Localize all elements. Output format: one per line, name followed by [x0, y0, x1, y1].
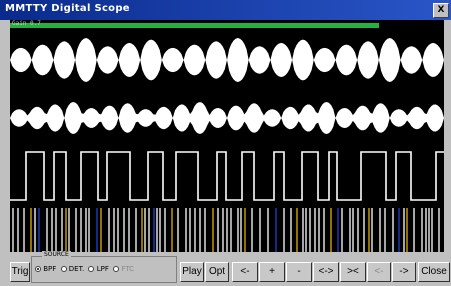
source-option-label: DET. — [68, 265, 85, 273]
scope-traces — [10, 38, 444, 252]
source-option-label: LPF — [96, 265, 109, 273]
source-option-label: FTC — [121, 265, 135, 273]
scope-display — [10, 30, 444, 252]
shrink-button[interactable]: >< — [340, 262, 366, 282]
radio-icon — [113, 266, 120, 272]
opt-button[interactable]: Opt — [205, 262, 229, 282]
source-option-ftc: FTC — [113, 265, 134, 273]
bpf-trace — [10, 38, 444, 82]
gain-label: Gain 0.7 — [12, 20, 41, 27]
close-window-button[interactable]: X — [433, 3, 449, 18]
source-option-lpf[interactable]: LPF — [88, 265, 109, 273]
close-button[interactable]: Close — [418, 262, 450, 282]
gain-level-fill — [10, 23, 379, 28]
radio-icon — [88, 266, 95, 272]
source-option-det[interactable]: DET. — [60, 265, 85, 273]
window-title: MMTTY Digital Scope — [5, 3, 130, 14]
trig-button[interactable]: Trig — [10, 262, 30, 282]
zoom-out-button[interactable]: - — [286, 262, 312, 282]
source-options: BPF DET. LPF FTC — [35, 265, 136, 273]
radio-selected-icon — [35, 266, 41, 272]
radio-icon — [60, 266, 67, 272]
source-option-label: BPF — [43, 265, 57, 273]
scroll-left-button[interactable]: <- — [232, 262, 258, 282]
next-button[interactable]: -> — [392, 262, 416, 282]
source-legend: SOURCE — [42, 251, 71, 258]
control-bar: Trig SOURCE BPF DET. LPF FTC Play Opt <-… — [0, 251, 451, 286]
play-button[interactable]: Play — [180, 262, 204, 282]
scope-window: MMTTY Digital Scope X Gain 0.7 Trig SOUR… — [0, 0, 451, 286]
prev-button[interactable]: <- — [367, 262, 391, 282]
gain-meter: Gain 0.7 — [10, 20, 444, 30]
title-bar[interactable]: MMTTY Digital Scope X — [0, 0, 451, 20]
source-option-bpf[interactable]: BPF — [35, 265, 56, 273]
source-group: SOURCE BPF DET. LPF FTC — [31, 251, 177, 283]
expand-button[interactable]: <-> — [313, 262, 339, 282]
lpf-square-trace — [10, 151, 444, 201]
zoom-in-button[interactable]: + — [259, 262, 285, 282]
